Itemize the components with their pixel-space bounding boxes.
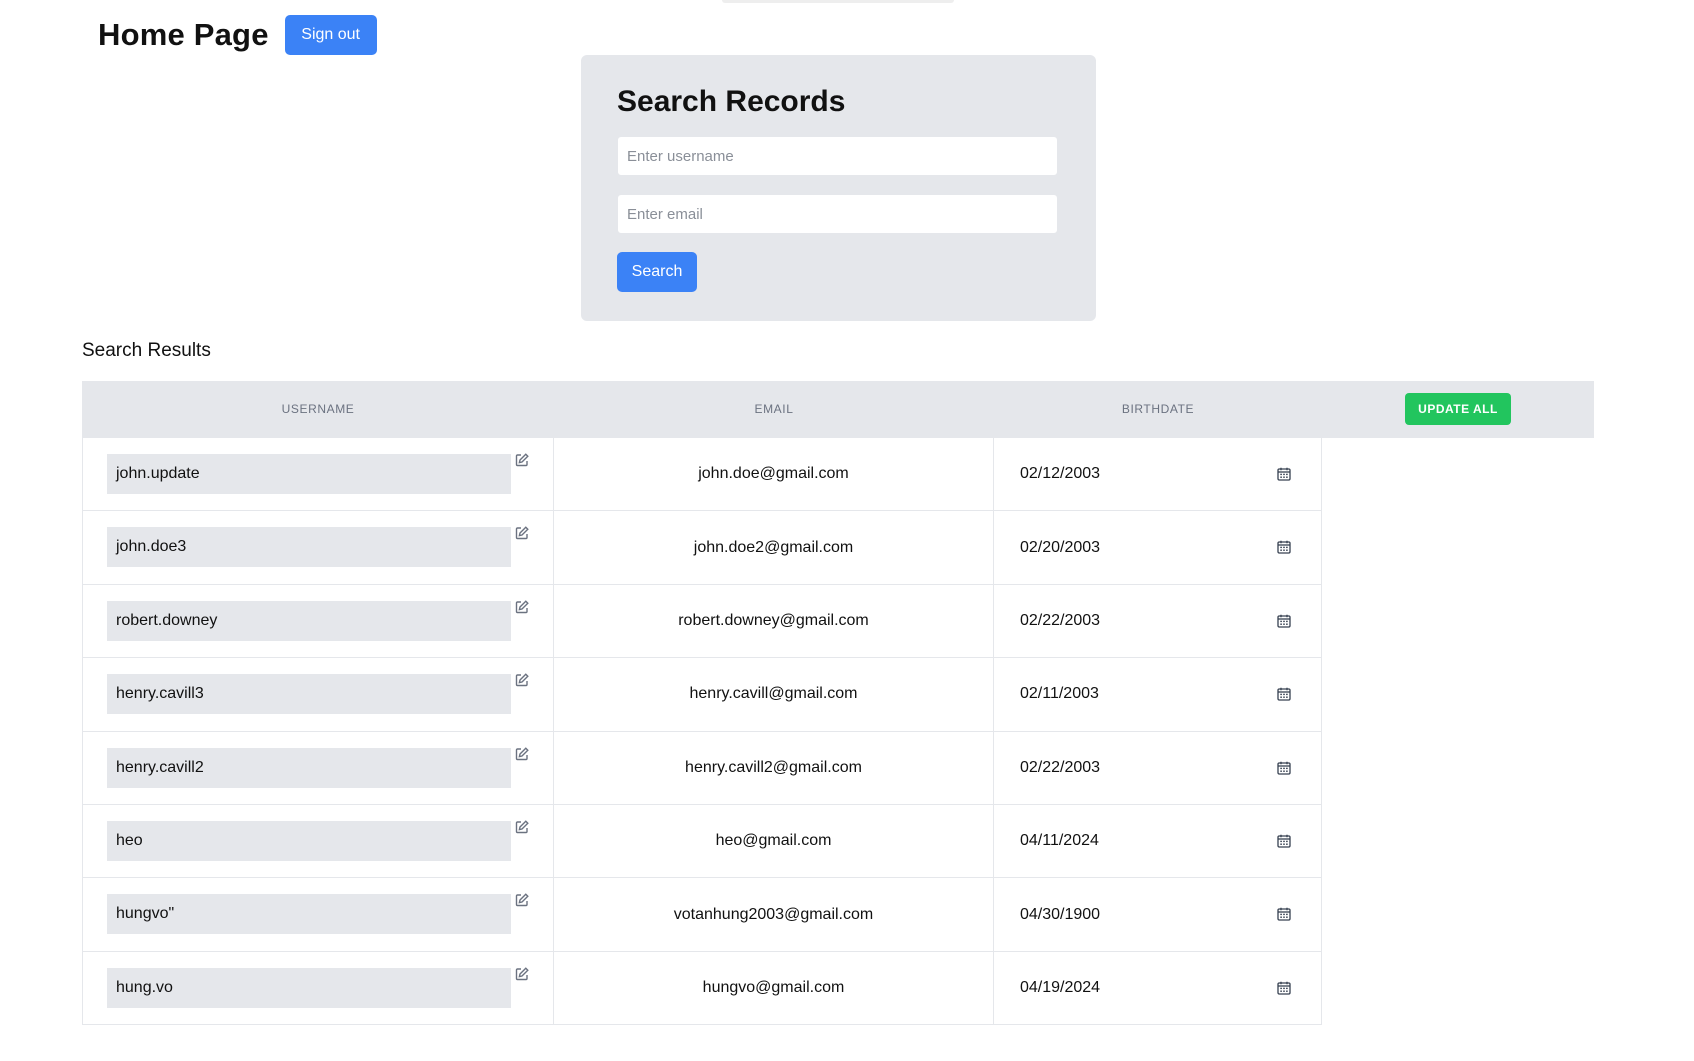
username-field[interactable]: john.update xyxy=(107,454,511,494)
birthdate-text[interactable]: 02/20/2003 xyxy=(1020,511,1100,583)
birthdate-cell: 04/19/2024 xyxy=(994,951,1322,1026)
username-cell: john.update xyxy=(82,438,554,512)
email-cell: robert.downey@gmail.com xyxy=(554,584,994,659)
email-cell: votanhung2003@gmail.com xyxy=(554,878,994,952)
edit-icon[interactable] xyxy=(514,672,530,688)
edit-icon[interactable] xyxy=(514,966,530,982)
calendar-icon[interactable] xyxy=(1276,906,1292,922)
username-field[interactable]: hung.vo xyxy=(107,967,511,1008)
results-title: Search Results xyxy=(82,340,211,361)
birthdate-cell: 02/11/2003 xyxy=(994,658,1322,732)
email-cell: john.doe@gmail.com xyxy=(554,438,994,512)
results-table-body: john.update john.doe@gmail.com 02/12/2003 j… xyxy=(82,438,1322,1026)
table-row: henry.cavill2 henry.cavill2@gmail.com 02/2… xyxy=(82,731,1322,805)
calendar-icon[interactable] xyxy=(1276,833,1292,849)
calendar-icon[interactable] xyxy=(1276,613,1292,629)
birthdate-cell: 02/12/2003 xyxy=(994,438,1322,512)
birthdate-cell: 02/20/2003 xyxy=(994,511,1322,585)
table-row: hungvo" votanhung2003@gmail.com 04/30/1900 xyxy=(82,878,1322,952)
username-field[interactable]: heo xyxy=(107,820,511,861)
email-cell: heo@gmail.com xyxy=(554,804,994,879)
table-row: robert.downey robert.downey@gmail.com 02/2… xyxy=(82,584,1322,659)
email-text: votanhung2003@gmail.com xyxy=(673,905,874,923)
username-cell: hung.vo xyxy=(82,951,554,1026)
username-search-input[interactable] xyxy=(617,136,1058,176)
username-cell: hungvo" xyxy=(82,878,554,952)
edit-icon[interactable] xyxy=(514,892,530,908)
birthdate-text[interactable]: 04/30/1900 xyxy=(1020,878,1100,950)
email-cell: hungvo@gmail.com xyxy=(554,951,994,1026)
username-cell: heo xyxy=(82,804,554,879)
birthdate-text[interactable]: 02/11/2003 xyxy=(1020,658,1099,730)
column-header-email: EMAIL xyxy=(754,402,794,416)
results-table-header: USERNAME EMAIL BIRTHDATE UPDATE ALL xyxy=(82,381,1594,438)
calendar-icon[interactable] xyxy=(1276,539,1292,555)
email-cell: henry.cavill@gmail.com xyxy=(554,658,994,732)
table-row: john.update john.doe@gmail.com 02/12/2003 xyxy=(82,438,1322,512)
email-text: henry.cavill@gmail.com xyxy=(689,685,858,703)
email-text: john.doe@gmail.com xyxy=(698,465,849,483)
table-row: john.doe3 john.doe2@gmail.com 02/20/2003 xyxy=(82,511,1322,585)
birthdate-text[interactable]: 02/12/2003 xyxy=(1020,438,1100,510)
username-field[interactable]: robert.downey xyxy=(107,600,511,641)
username-cell: robert.downey xyxy=(82,584,554,659)
birthdate-text[interactable]: 02/22/2003 xyxy=(1020,732,1100,804)
sign-out-button[interactable]: Sign out xyxy=(284,15,377,55)
birthdate-text[interactable]: 04/19/2024 xyxy=(1020,952,1100,1024)
edit-icon[interactable] xyxy=(514,599,530,615)
username-cell: henry.cavill3 xyxy=(82,658,554,732)
email-text: robert.downey@gmail.com xyxy=(678,611,869,629)
search-card: Search Records Search xyxy=(581,55,1096,321)
birthdate-text[interactable]: 04/11/2024 xyxy=(1020,805,1099,877)
email-text: hungvo@gmail.com xyxy=(702,978,845,996)
email-cell: john.doe2@gmail.com xyxy=(554,511,994,585)
calendar-icon[interactable] xyxy=(1276,980,1292,996)
username-cell: henry.cavill2 xyxy=(82,731,554,805)
username-field[interactable]: henry.cavill3 xyxy=(107,674,511,715)
column-header-username: USERNAME xyxy=(281,402,355,416)
edit-icon[interactable] xyxy=(514,746,530,762)
username-field[interactable]: john.doe3 xyxy=(107,527,511,568)
birthdate-cell: 04/30/1900 xyxy=(994,878,1322,952)
username-cell: john.doe3 xyxy=(82,511,554,585)
table-row: henry.cavill3 henry.cavill@gmail.com 02/11… xyxy=(82,658,1322,732)
birthdate-cell: 04/11/2024 xyxy=(994,804,1322,879)
edit-icon[interactable] xyxy=(514,452,530,468)
edit-icon[interactable] xyxy=(514,525,530,541)
email-search-input[interactable] xyxy=(617,194,1058,234)
table-row: heo heo@gmail.com 04/11/2024 xyxy=(82,804,1322,879)
table-row: hung.vo hungvo@gmail.com 04/19/2024 xyxy=(82,951,1322,1026)
browser-top-tab xyxy=(722,0,954,3)
update-all-button[interactable]: UPDATE ALL xyxy=(1405,393,1511,425)
username-field[interactable]: henry.cavill2 xyxy=(107,747,511,788)
search-title: Search Records xyxy=(617,85,846,118)
email-cell: henry.cavill2@gmail.com xyxy=(554,731,994,805)
page-title: Home Page xyxy=(98,17,269,52)
email-text: john.doe2@gmail.com xyxy=(693,538,854,556)
search-button[interactable]: Search xyxy=(617,252,697,292)
birthdate-cell: 02/22/2003 xyxy=(994,731,1322,805)
column-header-birthdate: BIRTHDATE xyxy=(1121,402,1195,416)
email-text: henry.cavill2@gmail.com xyxy=(685,758,862,776)
calendar-icon[interactable] xyxy=(1276,760,1292,776)
email-text: heo@gmail.com xyxy=(715,832,832,850)
calendar-icon[interactable] xyxy=(1276,466,1292,482)
edit-icon[interactable] xyxy=(514,819,530,835)
birthdate-cell: 02/22/2003 xyxy=(994,584,1322,659)
birthdate-text[interactable]: 02/22/2003 xyxy=(1020,585,1100,657)
username-field[interactable]: hungvo" xyxy=(107,894,511,935)
header: Home Page Sign out xyxy=(98,15,377,55)
calendar-icon[interactable] xyxy=(1276,686,1292,702)
